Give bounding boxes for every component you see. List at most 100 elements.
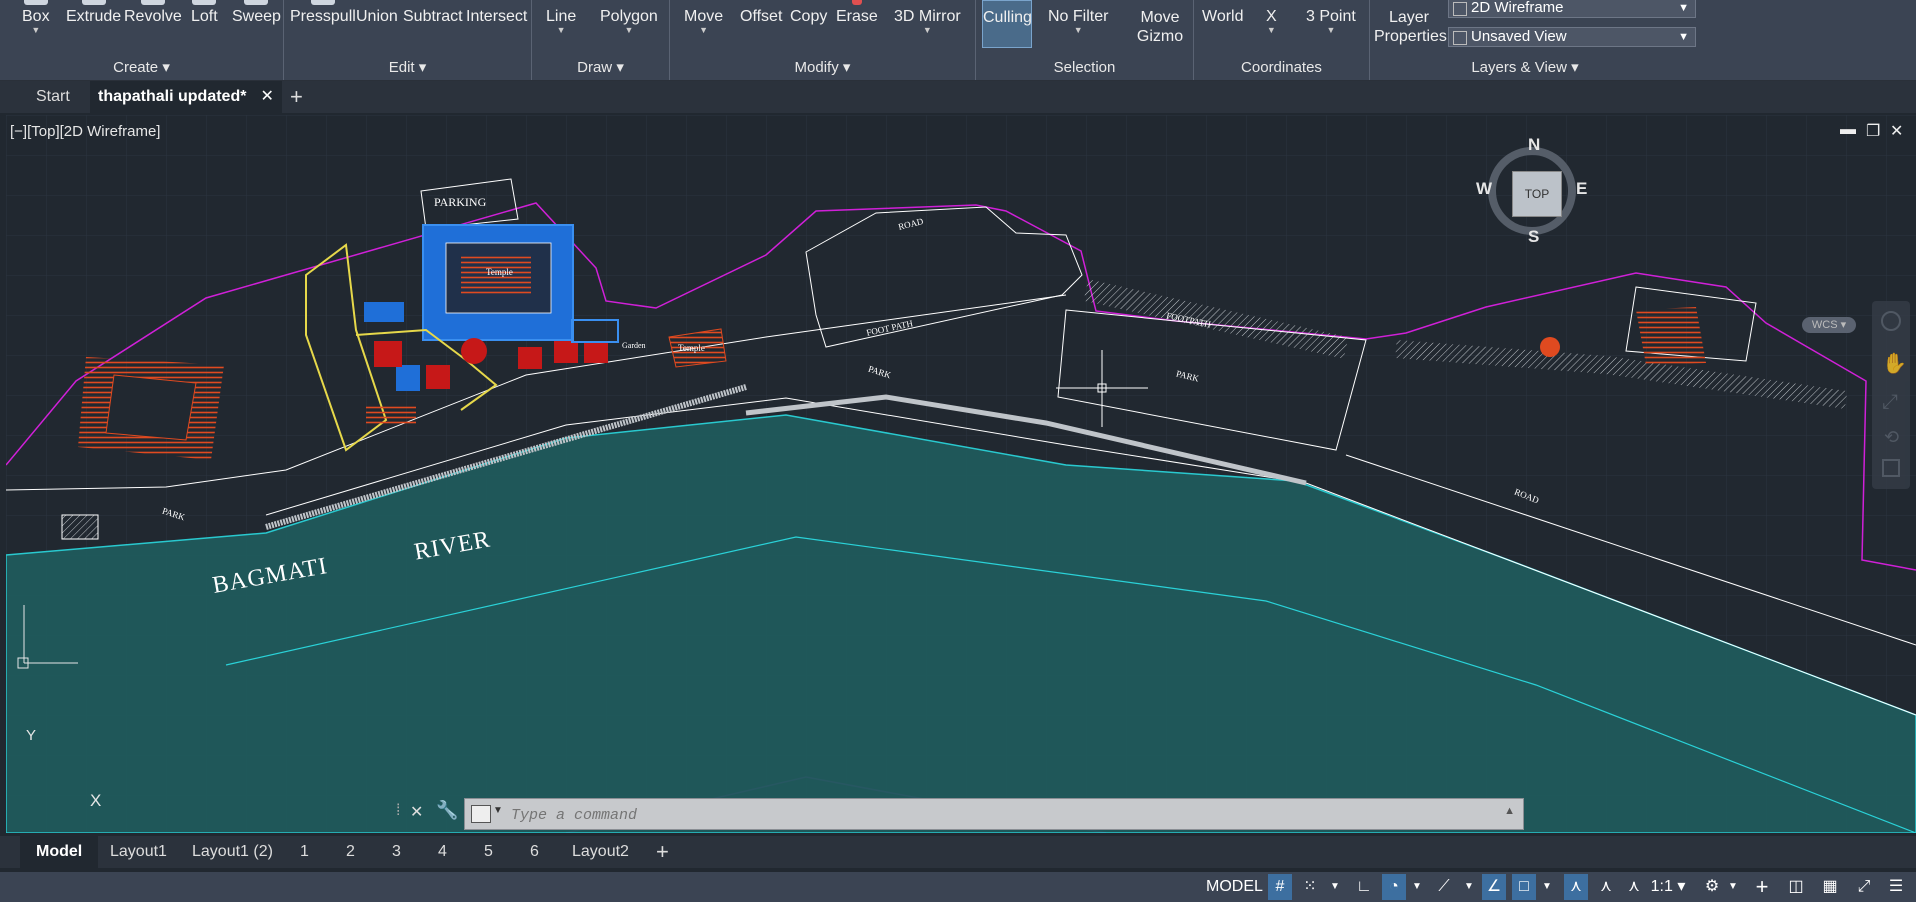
pan-icon[interactable]: ✋ — [1882, 351, 1907, 376]
extrude-icon — [81, 0, 106, 5]
hardware-acceleration-icon[interactable]: ▦ — [1818, 874, 1842, 900]
compass-east[interactable]: E — [1576, 179, 1587, 199]
copy-button[interactable]: Copy — [790, 0, 827, 26]
polygon-button[interactable]: Polygon ▼ — [600, 0, 658, 35]
world-button[interactable]: World — [1202, 0, 1244, 26]
compass-west[interactable]: W — [1476, 179, 1492, 199]
offset-button[interactable]: Offset — [740, 0, 782, 26]
layers-view-panel-title[interactable]: Layers & View ▾ — [1370, 58, 1680, 76]
close-tab-icon[interactable]: ✕ — [260, 88, 273, 105]
polar-dropdown-icon[interactable]: ▼ — [1410, 874, 1424, 900]
x-button[interactable]: X ▼ — [1266, 0, 1277, 35]
no-filter-button[interactable]: No Filter ▼ — [1048, 0, 1108, 35]
viewport-minimize-icon[interactable]: ▬ — [1840, 121, 1856, 139]
annotation-visibility-icon[interactable]: ⋏ — [1564, 874, 1588, 900]
viewport-close-icon[interactable]: ✕ — [1890, 121, 1903, 141]
annotation-scale-icon[interactable]: ⋏ — [1622, 874, 1646, 900]
loft-button[interactable]: Loft — [191, 0, 218, 26]
grip-icon[interactable]: ⁞ — [396, 802, 400, 820]
recent-commands-icon[interactable] — [471, 805, 491, 823]
customize-wrench-icon[interactable]: 🔧 — [436, 800, 458, 821]
snap-dropdown-icon[interactable]: ▼ — [1328, 874, 1342, 900]
layout-tab-2[interactable]: 2 — [346, 836, 355, 868]
showmotion-icon[interactable] — [1882, 459, 1900, 477]
new-tab-button[interactable]: + — [282, 81, 311, 113]
modify-panel-title[interactable]: Modify ▾ — [670, 58, 975, 76]
command-input[interactable] — [509, 803, 1413, 827]
drawing-viewport[interactable]: PARKING Temple Garden Temple ROAD FOOT P… — [6, 115, 1916, 833]
move-button[interactable]: Move ▼ — [684, 0, 723, 35]
extrude-button[interactable]: Extrude — [66, 0, 121, 26]
line-button[interactable]: Line ▼ — [546, 0, 576, 35]
layout-tab-4[interactable]: 4 — [438, 836, 447, 868]
ortho-icon[interactable]: ∟ — [1352, 874, 1376, 900]
object-snap-icon[interactable]: □ — [1512, 874, 1536, 900]
layout-tabbar: Model Layout1 Layout1 (2) 1 2 3 4 5 6 La… — [0, 836, 1916, 868]
object-snap-dropdown-icon[interactable]: ▼ — [1540, 874, 1554, 900]
viewport-restore-icon[interactable]: ❐ — [1866, 121, 1880, 141]
orbit-icon[interactable]: ⟲ — [1884, 427, 1899, 448]
close-command-icon[interactable]: ✕ — [410, 802, 423, 822]
3-point-button[interactable]: 3 Point ▼ — [1306, 0, 1356, 35]
customization-menu-icon[interactable]: ☰ — [1884, 874, 1908, 900]
command-line-controls: ⁞ ✕ 🔧 — [396, 800, 466, 828]
object-snap-tracking-icon[interactable]: ∠ — [1482, 874, 1506, 900]
viewcube-top-face[interactable]: TOP — [1512, 171, 1562, 217]
viewcube[interactable]: TOP N S E W — [1476, 135, 1596, 255]
move-gizmo-button[interactable]: Move Gizmo — [1132, 0, 1188, 46]
visual-style-dropdown[interactable]: 2D Wireframe ▼ — [1448, 0, 1696, 18]
recent-commands-arrow-icon[interactable]: ▼ — [493, 805, 503, 816]
layout-tab-layout1-2[interactable]: Layout1 (2) — [192, 836, 273, 868]
edit-panel-title[interactable]: Edit ▾ — [284, 58, 531, 76]
sweep-button[interactable]: Sweep — [232, 0, 281, 26]
revolve-button[interactable]: Revolve — [124, 0, 182, 26]
layout-tab-model[interactable]: Model — [20, 836, 99, 868]
document-tabbar: Start thapathali updated* ✕ + — [0, 81, 1916, 113]
polar-icon[interactable]: ◔ — [1382, 874, 1406, 900]
workspace-dropdown-icon[interactable]: ▼ — [1726, 874, 1740, 900]
erase-button[interactable]: Erase — [836, 0, 878, 26]
wcs-menu[interactable]: WCS ▾ — [1802, 317, 1856, 333]
tab-active-drawing[interactable]: thapathali updated* ✕ — [90, 81, 282, 113]
create-panel-title[interactable]: Create ▾ — [0, 58, 283, 76]
layout-tab-3[interactable]: 3 — [392, 836, 401, 868]
steering-wheel-icon[interactable] — [1881, 311, 1901, 331]
grid-icon[interactable]: # — [1268, 874, 1292, 900]
layout-tab-5[interactable]: 5 — [484, 836, 493, 868]
clean-screen-icon[interactable]: ⤢ — [1852, 874, 1876, 900]
sweep-icon — [244, 0, 269, 5]
auto-scale-icon[interactable]: ⋏ — [1594, 874, 1618, 900]
snap-icon[interactable]: ⁙ — [1298, 874, 1322, 900]
zoom-icon[interactable]: ⤢ — [1882, 391, 1898, 414]
annotation-scale-dropdown[interactable]: 1:1 ▾ — [1650, 874, 1686, 900]
intersect-button[interactable]: Intersect — [466, 0, 527, 26]
isodraft-icon[interactable]: ⟋ — [1432, 874, 1456, 900]
compass-south[interactable]: S — [1528, 227, 1539, 247]
workspace-gear-icon[interactable]: ⚙ — [1700, 874, 1724, 900]
presspull-button[interactable]: Presspull — [290, 0, 356, 26]
layer-properties-button[interactable]: Layer Properties — [1374, 0, 1447, 46]
layout-tab-layout1[interactable]: Layout1 — [110, 836, 167, 868]
model-space-button[interactable]: MODEL — [1206, 874, 1263, 900]
isolate-objects-icon[interactable]: ◫ — [1784, 874, 1808, 900]
layout-tab-1[interactable]: 1 — [300, 836, 309, 868]
viewport-controls-label[interactable]: [−][Top][2D Wireframe] — [10, 123, 160, 140]
command-history-arrow-icon[interactable]: ▲ — [1504, 805, 1515, 817]
box-button[interactable]: Box ▼ — [22, 0, 50, 35]
tab-start[interactable]: Start — [28, 81, 78, 113]
edit-panel: Presspull Union Subtract Intersect Edit … — [284, 0, 532, 80]
add-layout-button[interactable]: + — [656, 836, 669, 868]
culling-button[interactable]: Culling — [982, 0, 1032, 48]
layout-tab-layout2[interactable]: Layout2 — [572, 836, 629, 868]
3d-mirror-button[interactable]: 3D Mirror ▼ — [894, 0, 961, 35]
view-icon — [1453, 31, 1467, 45]
draw-panel-title[interactable]: Draw ▾ — [532, 58, 669, 76]
compass-north[interactable]: N — [1528, 135, 1540, 155]
union-button[interactable]: Union — [356, 0, 398, 26]
layout-tab-6[interactable]: 6 — [530, 836, 539, 868]
subtract-button[interactable]: Subtract — [403, 0, 463, 26]
annotation-monitor-icon[interactable]: + — [1750, 874, 1774, 900]
view-dropdown[interactable]: Unsaved View ▼ — [1448, 27, 1696, 47]
isodraft-dropdown-icon[interactable]: ▼ — [1462, 874, 1476, 900]
modify-panel: Move ▼ Offset Copy Erase 3D Mirror ▼ Modif… — [670, 0, 976, 80]
